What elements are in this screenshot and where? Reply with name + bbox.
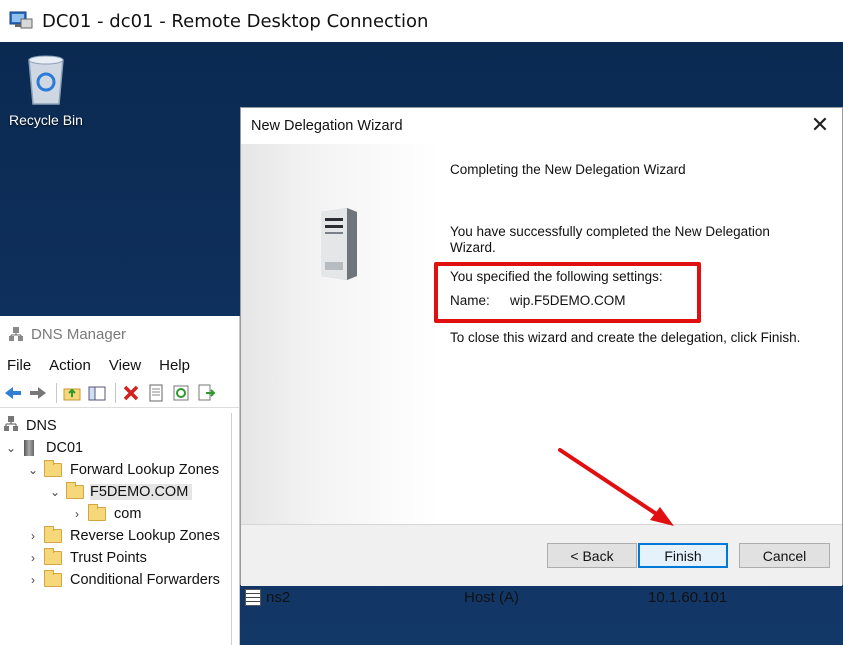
tree-item-label: Forward Lookup Zones bbox=[70, 462, 220, 478]
dns-manager-titlebar: DNS Manager bbox=[0, 316, 239, 352]
highlight-box bbox=[434, 262, 701, 323]
recycle-bin-label: Recycle Bin bbox=[9, 112, 83, 128]
dns-manager-window: DNS Manager File Action View Help DNS ⌄ … bbox=[0, 316, 240, 645]
back-arrow-icon[interactable] bbox=[2, 382, 24, 404]
wizard-footer: < Back Finish Cancel bbox=[241, 525, 842, 586]
tree-item-conditional-forwarders[interactable]: › Conditional Forwarders bbox=[26, 569, 220, 591]
dns-icon bbox=[4, 416, 18, 436]
server-icon bbox=[24, 440, 34, 456]
server-tower-icon bbox=[313, 206, 361, 280]
tree-item-forward-lookup-zones[interactable]: ⌄ Forward Lookup Zones bbox=[26, 459, 219, 481]
toolbar-separator bbox=[56, 382, 57, 403]
up-folder-icon[interactable] bbox=[61, 382, 83, 404]
back-button[interactable]: < Back bbox=[547, 543, 637, 568]
folder-icon bbox=[44, 526, 62, 543]
tree-item-label: Trust Points bbox=[70, 550, 147, 566]
host-record-icon bbox=[245, 589, 261, 606]
menu-help[interactable]: Help bbox=[159, 357, 190, 374]
rdp-titlebar: DC01 - dc01 - Remote Desktop Connection bbox=[0, 0, 843, 42]
folder-icon bbox=[44, 460, 62, 477]
folder-icon bbox=[88, 504, 106, 521]
chevron-right-icon[interactable]: › bbox=[26, 551, 40, 565]
rdp-title: DC01 - dc01 - Remote Desktop Connection bbox=[42, 10, 429, 32]
chevron-right-icon[interactable]: › bbox=[26, 529, 40, 543]
forward-arrow-icon[interactable] bbox=[27, 382, 49, 404]
rdp-window: DC01 - dc01 - Remote Desktop Connection … bbox=[0, 0, 843, 645]
record-name: ns2 bbox=[266, 589, 291, 606]
folder-icon bbox=[44, 548, 62, 565]
properties-icon[interactable] bbox=[145, 382, 167, 404]
wizard-heading: Completing the New Delegation Wizard bbox=[450, 162, 686, 177]
tree-item-label: Conditional Forwarders bbox=[70, 572, 220, 588]
tree-item-label: com bbox=[114, 506, 142, 522]
wizard-instruction-text: To close this wizard and create the dele… bbox=[450, 330, 801, 345]
wizard-side-panel bbox=[241, 144, 440, 524]
zone-icon bbox=[66, 482, 84, 499]
remote-desktop-icon bbox=[9, 10, 33, 32]
new-delegation-wizard-dialog: New Delegation Wizard ✕ Completing the N… bbox=[240, 107, 843, 586]
recycle-bin-shortcut[interactable]: Recycle Bin bbox=[0, 52, 92, 128]
tree-item-trust-points[interactable]: › Trust Points bbox=[26, 547, 147, 569]
menu-file[interactable]: File bbox=[7, 357, 31, 374]
chevron-right-icon[interactable]: › bbox=[26, 573, 40, 587]
refresh-icon[interactable] bbox=[170, 382, 192, 404]
tree-item-label: DC01 bbox=[46, 440, 84, 456]
folder-icon bbox=[44, 570, 62, 587]
tree-item-label: Reverse Lookup Zones bbox=[70, 528, 220, 544]
table-row[interactable]: ns2 Host (A) 10.1.60.101 bbox=[240, 586, 843, 610]
cancel-button[interactable]: Cancel bbox=[739, 543, 830, 568]
chevron-down-icon[interactable]: ⌄ bbox=[48, 485, 62, 499]
delete-icon[interactable] bbox=[120, 382, 142, 404]
export-list-icon[interactable] bbox=[195, 382, 217, 404]
tree-item-com[interactable]: › com bbox=[70, 503, 141, 525]
console-tree: DNS ⌄ DC01 ⌄ Forward Lookup Zones ⌄ F5DE… bbox=[0, 413, 232, 645]
tree-item-dns[interactable]: DNS bbox=[4, 415, 57, 437]
chevron-down-icon[interactable]: ⌄ bbox=[26, 463, 40, 477]
tree-item-f5demo-com[interactable]: ⌄ F5DEMO.COM bbox=[48, 481, 193, 503]
show-hide-tree-icon[interactable] bbox=[86, 382, 108, 404]
close-icon[interactable]: ✕ bbox=[808, 114, 832, 138]
wizard-title: New Delegation Wizard bbox=[251, 118, 403, 134]
menu-view[interactable]: View bbox=[109, 357, 141, 374]
toolbar-separator bbox=[115, 382, 116, 403]
chevron-right-icon[interactable]: › bbox=[70, 507, 84, 521]
tree-item-label: F5DEMO.COM bbox=[90, 484, 193, 500]
finish-button[interactable]: Finish bbox=[638, 543, 728, 568]
record-data: 10.1.60.101 bbox=[648, 589, 728, 606]
wizard-titlebar: New Delegation Wizard bbox=[241, 108, 842, 144]
tree-item-reverse-lookup-zones[interactable]: › Reverse Lookup Zones bbox=[26, 525, 220, 547]
dns-manager-title: DNS Manager bbox=[31, 325, 127, 343]
tree-item-label: DNS bbox=[26, 418, 57, 434]
tree-item-dc01[interactable]: ⌄ DC01 bbox=[4, 437, 83, 459]
recycle-bin-icon bbox=[23, 52, 69, 106]
dns-manager-icon bbox=[8, 326, 24, 342]
menu-action[interactable]: Action bbox=[49, 357, 91, 374]
record-type: Host (A) bbox=[464, 589, 520, 606]
toolbar bbox=[0, 378, 239, 408]
menu-bar: File Action View Help bbox=[0, 352, 239, 378]
wizard-success-text: You have successfully completed the New … bbox=[450, 224, 770, 255]
chevron-down-icon[interactable]: ⌄ bbox=[4, 441, 18, 455]
